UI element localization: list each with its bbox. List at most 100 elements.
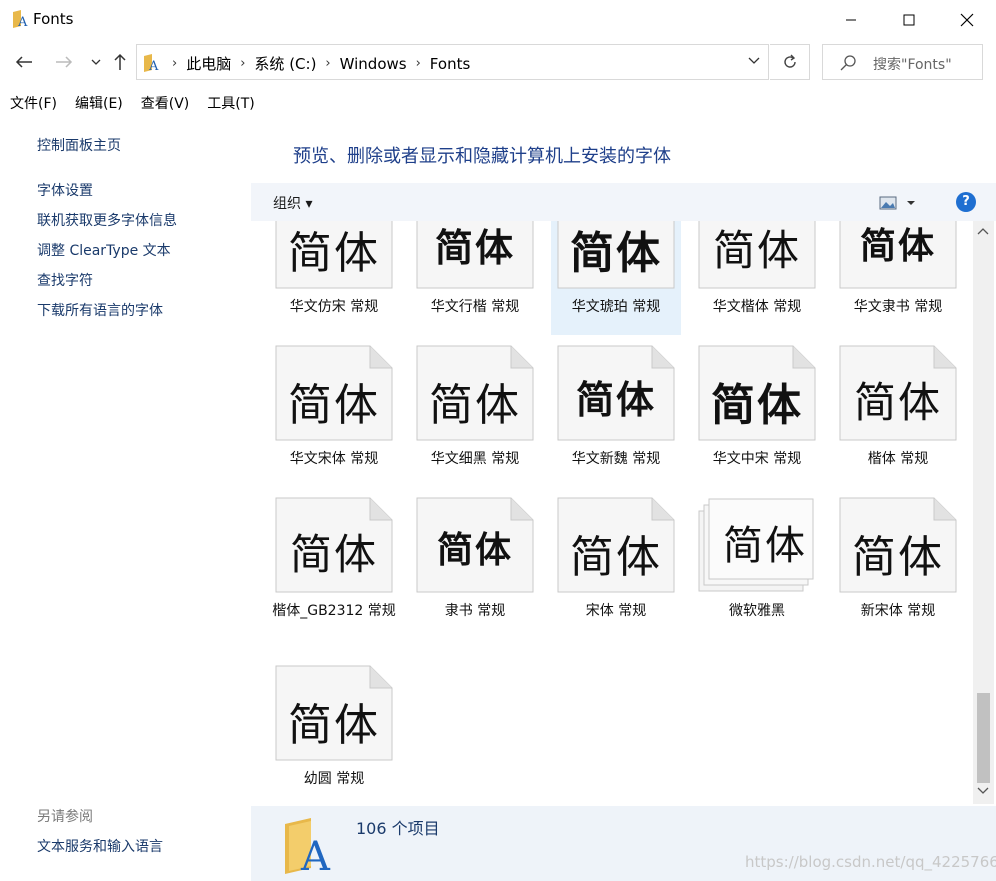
fonts-folder-icon: A xyxy=(144,54,159,72)
arrow-right-icon xyxy=(56,56,73,68)
menu-bar: 文件(F) 编辑(E) 查看(V) 工具(T) xyxy=(0,90,263,114)
help-button[interactable]: ? xyxy=(956,192,976,212)
menu-edit[interactable]: 编辑(E) xyxy=(65,90,131,114)
font-tile[interactable]: 简体 微软雅黑 xyxy=(692,497,822,639)
chevron-down-icon xyxy=(748,57,760,64)
page-title: 预览、删除或者显示和隐藏计算机上安装的字体 xyxy=(293,146,671,167)
address-history-dropdown[interactable] xyxy=(748,54,760,69)
font-file-icon: 简体 xyxy=(839,221,957,289)
arrow-up-icon xyxy=(114,53,126,70)
link-control-panel-home[interactable]: 控制面板主页 xyxy=(37,135,121,155)
search-input[interactable]: 搜索"Fonts" xyxy=(822,44,983,80)
font-preview-glyph: 简体 xyxy=(853,378,942,427)
menu-view[interactable]: 查看(V) xyxy=(131,90,198,114)
breadcrumb-fonts[interactable]: Fonts xyxy=(430,55,470,73)
scrollbar-thumb[interactable] xyxy=(977,693,990,783)
font-tile[interactable]: 简体 楷体 常规 xyxy=(833,345,963,487)
font-grid: 简体 华文仿宋 常规 简体 华文行楷 常规 简体 华文琥珀 常规 简体 华文楷体 常规 简体 华文… xyxy=(251,221,973,804)
fonts-folder-icon: A xyxy=(285,818,331,876)
refresh-icon xyxy=(783,54,796,68)
scroll-down-arrow-icon[interactable] xyxy=(977,787,989,798)
chevron-right-icon[interactable]: › xyxy=(240,56,245,71)
maximize-icon xyxy=(903,14,915,26)
task-pane: 控制面板主页 字体设置 联机获取更多字体信息 调整 ClearType 文本 查… xyxy=(0,120,251,881)
font-tile[interactable]: 简体 华文琥珀 常规 xyxy=(551,221,681,335)
font-preview-glyph: 简体 xyxy=(436,529,513,571)
font-tile[interactable]: 简体 华文中宋 常规 xyxy=(692,345,822,487)
font-file-icon: 简体 xyxy=(275,221,393,289)
font-file-icon: 简体 xyxy=(839,497,957,593)
font-tile[interactable]: 简体 华文宋体 常规 xyxy=(269,345,399,487)
back-button[interactable] xyxy=(12,50,36,74)
chevron-right-icon[interactable]: › xyxy=(416,56,421,71)
chevron-right-icon[interactable]: › xyxy=(325,56,330,71)
font-tile[interactable]: 简体 华文新魏 常规 xyxy=(551,345,681,487)
chevron-right-icon[interactable]: › xyxy=(172,56,177,71)
breadcrumb-windows[interactable]: Windows xyxy=(340,55,407,73)
vertical-scrollbar[interactable] xyxy=(973,221,994,804)
font-preview-glyph: 简体 xyxy=(288,700,380,751)
font-tile[interactable]: 简体 宋体 常规 xyxy=(551,497,681,639)
up-button[interactable] xyxy=(108,50,132,74)
font-tile[interactable]: 简体 新宋体 常规 xyxy=(833,497,963,639)
arrow-left-icon xyxy=(15,56,32,68)
font-preview-glyph: 简体 xyxy=(575,377,656,422)
menu-tools[interactable]: 工具(T) xyxy=(197,90,262,114)
font-tile[interactable]: 简体 幼圆 常规 xyxy=(269,665,399,804)
fonts-folder-icon: A xyxy=(13,10,28,28)
font-tile[interactable]: 简体 隶书 常规 xyxy=(410,497,540,639)
search-icon xyxy=(840,55,856,71)
font-file-icon: 简体 xyxy=(416,221,534,289)
font-preview-glyph: 简体 xyxy=(859,225,936,267)
breadcrumb-this-pc[interactable]: 此电脑 xyxy=(186,53,231,74)
search-placeholder: 搜索"Fonts" xyxy=(873,57,952,73)
font-preview-glyph: 简体 xyxy=(288,228,380,279)
menu-file[interactable]: 文件(F) xyxy=(0,90,65,114)
font-file-icon: 简体 xyxy=(275,665,393,761)
font-preview-glyph: 简体 xyxy=(288,380,380,431)
font-file-icon: 简体 xyxy=(557,497,675,593)
font-file-icon: 简体 xyxy=(416,345,534,441)
font-tile[interactable]: 简体 华文细黑 常规 xyxy=(410,345,540,487)
font-file-icon: 简体 xyxy=(275,345,393,441)
font-file-icon: 简体 xyxy=(416,497,534,593)
font-name-label: 幼圆 常规 xyxy=(303,771,365,787)
font-preview-glyph: 简体 xyxy=(289,530,378,579)
command-bar: 组织 ▾ ? xyxy=(251,183,996,221)
font-tile[interactable]: 简体 华文隶书 常规 xyxy=(833,221,963,335)
link-download-all-fonts[interactable]: 下载所有语言的字体 xyxy=(37,300,163,320)
recent-locations-button[interactable] xyxy=(84,50,108,74)
see-also-heading: 另请参阅 xyxy=(37,809,93,825)
link-text-services[interactable]: 文本服务和输入语言 xyxy=(37,836,163,856)
font-tile[interactable]: 简体楷体_GB2312 常规 xyxy=(269,497,399,647)
change-view-button[interactable] xyxy=(879,194,915,212)
font-preview-glyph: 简体 xyxy=(711,380,803,431)
forward-button[interactable] xyxy=(52,50,76,74)
font-name-label: 楷体_GB2312 常规 xyxy=(272,603,396,619)
font-tile[interactable]: 简体 华文仿宋 常规 xyxy=(269,221,399,335)
svg-text:A: A xyxy=(148,59,159,72)
breadcrumb: › 此电脑 › 系统 (C:) › Windows › Fonts xyxy=(163,53,470,74)
organize-button[interactable]: 组织 ▾ xyxy=(273,193,312,213)
address-bar[interactable]: A › 此电脑 › 系统 (C:) › Windows › Fonts xyxy=(136,44,769,80)
font-file-icon: 简体 xyxy=(698,345,816,441)
font-name-label: 新宋体 常规 xyxy=(860,603,936,619)
title-bar: A Fonts xyxy=(0,0,996,40)
link-find-character[interactable]: 查找字符 xyxy=(37,270,93,290)
scroll-up-arrow-icon[interactable] xyxy=(977,227,989,238)
breadcrumb-system-c[interactable]: 系统 (C:) xyxy=(254,53,316,74)
font-file-icon: 简体 xyxy=(839,345,957,441)
details-pane: A 106 个项目 https://blog.csdn.net/qq_42257… xyxy=(251,806,996,881)
font-preview-glyph: 简体 xyxy=(723,523,807,569)
watermark-text: https://blog.csdn.net/qq_42257666 xyxy=(745,853,996,871)
font-file-icon: 简体 xyxy=(698,221,816,289)
refresh-button[interactable] xyxy=(770,44,810,80)
minimize-button[interactable] xyxy=(822,0,880,40)
link-get-font-info-online[interactable]: 联机获取更多字体信息 xyxy=(37,210,177,230)
close-button[interactable] xyxy=(938,0,996,40)
link-adjust-cleartype[interactable]: 调整 ClearType 文本 xyxy=(37,240,171,260)
font-tile[interactable]: 简体 华文行楷 常规 xyxy=(410,221,540,335)
maximize-button[interactable] xyxy=(880,0,938,40)
font-tile[interactable]: 简体 华文楷体 常规 xyxy=(692,221,822,335)
link-font-settings[interactable]: 字体设置 xyxy=(37,180,93,200)
